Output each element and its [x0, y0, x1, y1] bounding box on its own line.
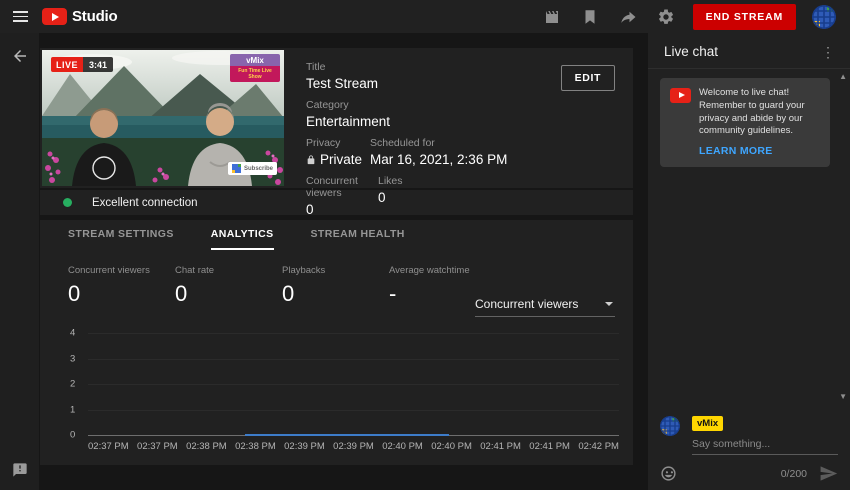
chart-metric-dropdown-value: Concurrent viewers: [475, 297, 578, 311]
top-bar: Studio END STREAM: [0, 0, 850, 33]
chat-user-avatar: [660, 416, 680, 436]
youtube-play-icon: [42, 8, 67, 25]
chat-input-area: vMix 0/200: [648, 405, 850, 490]
tab-bar: STREAM SETTINGS ANALYTICS STREAM HEALTH: [40, 220, 633, 250]
live-chat-title: Live chat: [664, 44, 718, 59]
metric-playbacks: Playbacks 0: [282, 265, 389, 307]
connection-status-text: Excellent connection: [92, 197, 197, 209]
bookmark-icon[interactable]: [581, 8, 599, 26]
tab-stream-settings[interactable]: STREAM SETTINGS: [68, 220, 174, 250]
x-axis-labels: 02:37 PM 02:37 PM 02:38 PM 02:38 PM 02:3…: [88, 441, 619, 452]
live-chat-messages: ▲ Welcome to live chat! Remember to guar…: [648, 69, 850, 405]
back-arrow-icon[interactable]: [11, 47, 29, 65]
main-content: LIVE 3:41 vMix Fun Time Live Show Subscr…: [39, 33, 648, 490]
live-video-preview: LIVE 3:41 vMix Fun Time Live Show Subscr…: [42, 50, 284, 186]
chevron-down-icon: [605, 302, 613, 306]
learn-more-link[interactable]: LEARN MORE: [699, 145, 821, 157]
lock-icon: [306, 152, 320, 167]
scheduled-value: Mar 16, 2021, 2:36 PM: [370, 152, 507, 167]
elapsed-time-badge: 3:41: [83, 57, 113, 72]
scheduled-label: Scheduled for: [370, 137, 507, 149]
connection-status-icon: [63, 198, 72, 207]
vmix-overlay-caption: Fun Time Live Show: [230, 66, 280, 82]
menu-icon[interactable]: [0, 0, 40, 33]
privacy-value: Private: [320, 152, 362, 167]
emoji-icon[interactable]: [660, 465, 677, 482]
live-badge: LIVE: [51, 57, 83, 72]
viewers-value: 0: [306, 202, 378, 217]
scroll-up-icon[interactable]: ▲: [839, 73, 847, 81]
live-chat-panel: Live chat ⋮ ▲ Welcome to live chat! Reme…: [648, 33, 850, 490]
send-icon[interactable]: [819, 464, 838, 483]
vmix-overlay: vMix Fun Time Live Show: [230, 54, 280, 82]
account-avatar[interactable]: [812, 5, 836, 29]
chat-message-input[interactable]: [692, 438, 838, 455]
analytics-card: STREAM SETTINGS ANALYTICS STREAM HEALTH …: [40, 220, 633, 465]
category-label: Category: [306, 99, 633, 111]
brand-text: Studio: [72, 8, 117, 25]
y-tick: 0: [70, 430, 82, 441]
y-tick: 2: [70, 379, 82, 390]
settings-gear-icon[interactable]: [657, 8, 675, 26]
stream-info-card: LIVE 3:41 vMix Fun Time Live Show Subscr…: [40, 48, 633, 188]
tab-analytics[interactable]: ANALYTICS: [211, 220, 274, 250]
welcome-message-text: Welcome to live chat! Remember to guard …: [699, 87, 821, 138]
likes-value: 0: [378, 190, 403, 205]
y-tick: 4: [70, 328, 82, 339]
scroll-down-icon[interactable]: ▼: [839, 393, 847, 401]
video-icon[interactable]: [543, 8, 561, 26]
char-count: 0/200: [781, 468, 807, 480]
username-badge: vMix: [692, 416, 723, 431]
channel-grid-icon: [232, 164, 241, 173]
chart-metric-dropdown[interactable]: Concurrent viewers: [475, 297, 615, 317]
privacy-label: Privacy: [306, 137, 370, 149]
youtube-icon: [670, 88, 691, 103]
kebab-menu-icon[interactable]: ⋮: [818, 45, 838, 59]
y-tick: 1: [70, 404, 82, 415]
subscribe-overlay: Subscribe: [228, 162, 277, 175]
stream-category: Entertainment: [306, 114, 633, 129]
feedback-icon[interactable]: [12, 462, 28, 478]
y-tick: 3: [70, 353, 82, 364]
viewers-label: Concurrent viewers: [306, 175, 378, 199]
chart-line-segment: [245, 434, 449, 436]
left-sidebar: [0, 33, 39, 490]
vmix-overlay-brand: vMix: [230, 54, 280, 66]
tab-stream-health[interactable]: STREAM HEALTH: [311, 220, 405, 250]
share-icon[interactable]: [619, 8, 637, 26]
youtube-studio-logo[interactable]: Studio: [42, 8, 117, 25]
live-chat-header: Live chat ⋮: [648, 33, 850, 69]
concurrent-viewers-chart: 4 3 2 1 0 02:37 PM 02:37 PM: [68, 333, 619, 452]
end-stream-button[interactable]: END STREAM: [693, 4, 796, 30]
subscribe-overlay-label: Subscribe: [244, 166, 273, 172]
metric-chat-rate: Chat rate 0: [175, 265, 282, 307]
welcome-message-card: Welcome to live chat! Remember to guard …: [660, 78, 830, 167]
metric-concurrent-viewers: Concurrent viewers 0: [68, 265, 175, 307]
edit-button[interactable]: EDIT: [561, 65, 615, 91]
likes-label: Likes: [378, 175, 403, 187]
